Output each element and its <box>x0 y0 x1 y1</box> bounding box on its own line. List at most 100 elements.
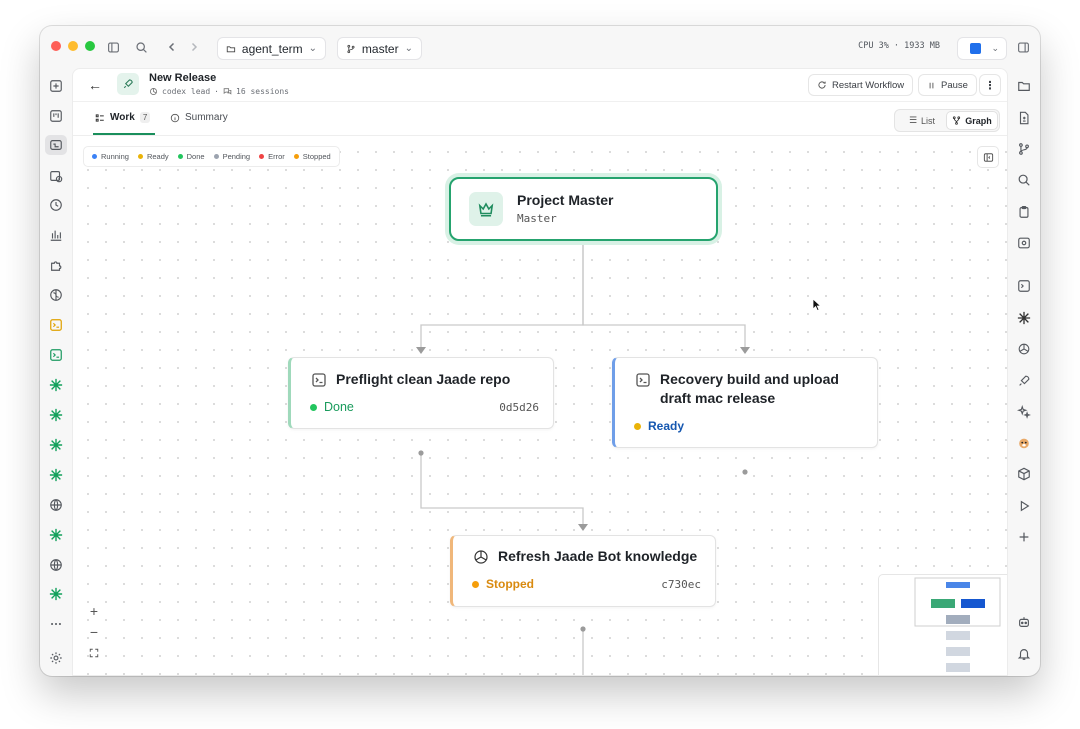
right-panel-toggle-icon[interactable] <box>1014 38 1032 56</box>
zoom-controls: + − <box>83 600 105 663</box>
openai-icon <box>149 87 158 96</box>
zoom-window-button[interactable] <box>85 41 95 51</box>
openai-icon[interactable] <box>1016 341 1032 357</box>
terminal-icon[interactable] <box>1016 278 1032 294</box>
terminal-yellow-icon[interactable] <box>48 317 64 333</box>
node-hash: 0d5d26 <box>499 401 539 414</box>
claude-spark-icon[interactable] <box>1016 310 1032 326</box>
dog-avatar-icon[interactable] <box>1016 435 1032 451</box>
more-icon[interactable] <box>48 616 64 632</box>
more-vertical-icon: ⋮ <box>984 79 996 92</box>
node-status: Ready <box>634 419 684 433</box>
sidebar-toggle-icon[interactable] <box>104 38 122 56</box>
rocket-icon <box>117 73 139 95</box>
graph-view-button[interactable]: Graph <box>947 112 997 129</box>
bar-chart-icon[interactable] <box>48 227 64 243</box>
zoom-in-button[interactable]: + <box>83 600 105 621</box>
node-recovery[interactable]: Recovery build and upload draft mac rele… <box>612 357 878 448</box>
search-icon[interactable] <box>1016 172 1032 188</box>
agent-spark-icon[interactable] <box>48 586 64 602</box>
chevron-down-icon: ⌄ <box>991 43 999 53</box>
puzzle-icon[interactable] <box>48 257 64 273</box>
close-window-button[interactable] <box>51 41 61 51</box>
node-subtitle: Master <box>517 212 557 225</box>
folder-selector[interactable]: agent_term ⌄ <box>217 37 326 60</box>
edge-preflight-refresh <box>420 453 584 524</box>
left-sidebar <box>40 68 72 676</box>
status-dot <box>634 422 641 430</box>
view-mode-toggle: ☰ List Graph <box>894 109 1000 132</box>
graph-icon <box>953 116 961 125</box>
branch-selector[interactable]: master ⌄ <box>337 37 422 60</box>
inspector-icon[interactable] <box>1016 235 1032 251</box>
arrow-head <box>578 524 588 531</box>
theme-color-selector[interactable]: ⌄ <box>957 37 1007 60</box>
workflow-header: ← New Release codex lead · 16 sessions R… <box>73 69 1007 102</box>
workflow-meta: codex lead · 16 sessions <box>149 87 289 96</box>
robot-icon[interactable] <box>1016 614 1032 630</box>
git-branch-icon[interactable] <box>1016 141 1032 157</box>
bell-icon[interactable] <box>1016 646 1032 662</box>
pause-button[interactable]: Pause <box>918 74 977 96</box>
minimize-window-button[interactable] <box>68 41 78 51</box>
new-tab-icon[interactable] <box>48 78 64 94</box>
node-refresh[interactable]: Refresh Jaade Bot knowledge Stopped c730… <box>450 535 716 607</box>
tab-summary[interactable]: Summary <box>170 112 228 123</box>
file-diff-icon[interactable] <box>1016 110 1032 126</box>
folder-name: agent_term <box>241 41 303 56</box>
rocket-icon[interactable] <box>1016 373 1032 389</box>
tab-bar: Work 7 Summary ☰ List Graph <box>73 102 1007 136</box>
agent-spark-icon[interactable] <box>48 467 64 483</box>
agent-spark-icon[interactable] <box>48 407 64 423</box>
node-title: Project Master <box>517 192 614 208</box>
add-icon[interactable] <box>1016 529 1032 545</box>
workflow-icon[interactable] <box>45 135 67 155</box>
terminal-green-icon[interactable] <box>48 347 64 363</box>
node-hash: c730ec <box>661 578 701 591</box>
clipboard-icon[interactable] <box>1016 204 1032 220</box>
crown-icon <box>469 192 503 226</box>
package-icon[interactable] <box>1016 466 1032 482</box>
arrow-head <box>416 347 426 354</box>
brain-icon[interactable] <box>48 287 64 303</box>
back-arrow-icon[interactable]: ← <box>88 77 102 93</box>
folder-icon[interactable] <box>1016 78 1032 94</box>
agent-spark-icon[interactable] <box>48 377 64 393</box>
minimap[interactable] <box>878 574 1007 675</box>
git-branch-icon <box>347 44 355 53</box>
nav-back-icon[interactable] <box>163 38 181 56</box>
calendar-clock-icon[interactable] <box>48 168 64 184</box>
globe-icon[interactable] <box>48 557 64 573</box>
nav-forward-icon[interactable] <box>185 38 203 56</box>
chevron-down-icon: ⌄ <box>308 43 317 54</box>
fullscreen-icon <box>89 648 99 657</box>
sparkles-icon[interactable] <box>1016 404 1032 420</box>
more-options-button[interactable]: ⋮ <box>979 74 1001 96</box>
fit-view-button[interactable] <box>83 642 105 663</box>
history-icon[interactable] <box>48 197 64 213</box>
restart-workflow-button[interactable]: Restart Workflow <box>808 74 914 96</box>
refresh-icon <box>818 81 826 89</box>
info-icon <box>170 113 180 122</box>
list-view-button[interactable]: ☰ List <box>897 112 947 129</box>
folder-icon <box>226 45 236 52</box>
globe-icon[interactable] <box>48 497 64 513</box>
workflow-graph-canvas[interactable]: Running Ready Done Pending Error Stopped <box>73 137 1007 675</box>
status-dot <box>310 403 317 411</box>
node-status: Stopped <box>472 577 534 591</box>
port-dot <box>580 626 586 632</box>
zoom-out-button[interactable]: − <box>83 621 105 642</box>
search-icon[interactable] <box>132 38 150 56</box>
settings-gear-icon[interactable] <box>48 650 64 666</box>
play-icon[interactable] <box>1016 498 1032 514</box>
kanban-icon[interactable] <box>48 108 64 124</box>
agent-spark-icon[interactable] <box>48 527 64 543</box>
node-project-master[interactable]: Project Master Master <box>449 177 718 241</box>
work-count-badge: 7 <box>139 112 151 123</box>
node-preflight[interactable]: Preflight clean Jaade repo Done 0d5d26 <box>288 357 554 429</box>
agent-spark-icon[interactable] <box>48 437 64 453</box>
node-status: Done <box>310 400 354 414</box>
system-stats: CPU 3% · 1933 MB <box>858 41 940 51</box>
terminal-icon <box>312 373 326 387</box>
tab-work[interactable]: Work 7 <box>95 112 151 123</box>
